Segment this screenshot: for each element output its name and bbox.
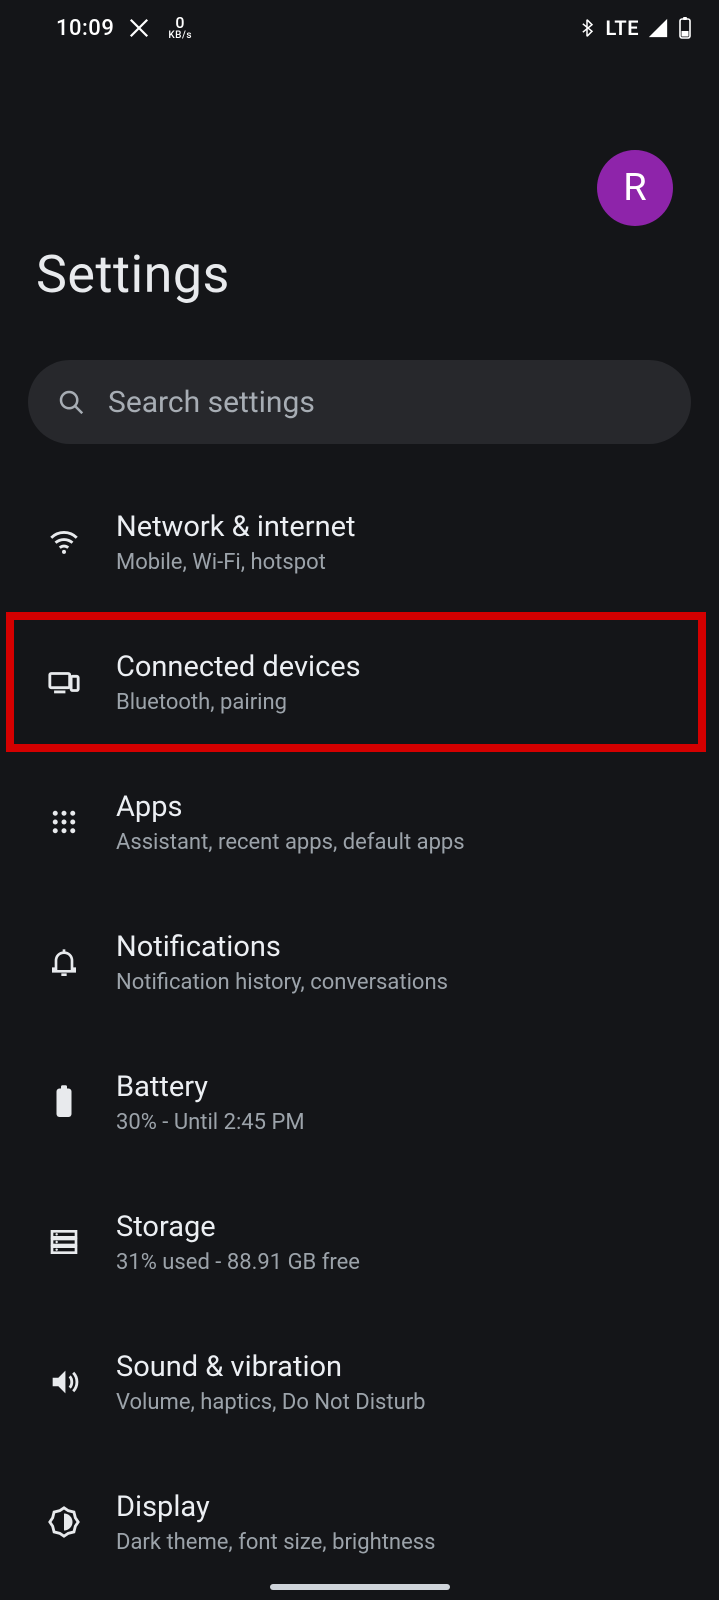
search-settings-field[interactable]: Search settings — [28, 360, 691, 444]
status-bar-right: LTE — [577, 16, 693, 40]
settings-item-title: Storage — [116, 1210, 691, 1244]
status-time: 10:09 — [56, 16, 114, 41]
status-net-speed: 0 KB/s — [168, 15, 192, 41]
settings-item-subtitle: Notification history, conversations — [116, 970, 691, 995]
status-bar-left: 10:09 0 KB/s — [56, 15, 192, 41]
bell-icon — [42, 946, 86, 978]
settings-item-storage[interactable]: Storage 31% used - 88.91 GB free — [0, 1172, 719, 1312]
settings-item-battery[interactable]: Battery 30% - Until 2:45 PM — [0, 1032, 719, 1172]
settings-item-display[interactable]: Display Dark theme, font size, brightnes… — [0, 1452, 719, 1592]
display-icon — [42, 1505, 86, 1539]
settings-item-apps[interactable]: Apps Assistant, recent apps, default app… — [0, 752, 719, 892]
signal-icon — [647, 17, 669, 39]
status-network-label: LTE — [605, 16, 639, 40]
settings-item-title: Sound & vibration — [116, 1350, 691, 1384]
settings-item-subtitle: 30% - Until 2:45 PM — [116, 1110, 691, 1135]
profile-avatar[interactable]: R — [597, 150, 673, 226]
battery-status-icon — [677, 16, 693, 40]
settings-header: R Settings — [0, 120, 719, 305]
apps-icon — [42, 807, 86, 837]
search-placeholder: Search settings — [108, 385, 315, 420]
settings-item-title: Display — [116, 1490, 691, 1524]
profile-avatar-initial: R — [623, 166, 646, 210]
battery-icon — [42, 1084, 86, 1120]
sound-icon — [42, 1365, 86, 1399]
settings-item-network[interactable]: Network & internet Mobile, Wi-Fi, hotspo… — [0, 472, 719, 612]
settings-item-subtitle: 31% used - 88.91 GB free — [116, 1250, 691, 1275]
gesture-nav-bar — [270, 1584, 450, 1590]
settings-item-subtitle: Dark theme, font size, brightness — [116, 1530, 691, 1555]
settings-item-connected-devices[interactable]: Connected devices Bluetooth, pairing — [0, 612, 719, 752]
page-title: Settings — [36, 244, 683, 305]
bluetooth-icon — [577, 18, 597, 38]
settings-list: Network & internet Mobile, Wi-Fi, hotspo… — [0, 472, 719, 1600]
storage-icon — [42, 1226, 86, 1258]
status-bar: 10:09 0 KB/s LTE — [0, 0, 719, 56]
settings-item-title: Network & internet — [116, 510, 691, 544]
settings-item-title: Notifications — [116, 930, 691, 964]
settings-item-subtitle: Volume, haptics, Do Not Disturb — [116, 1390, 691, 1415]
settings-item-title: Connected devices — [116, 650, 691, 684]
search-icon — [56, 387, 86, 417]
x-app-icon — [128, 17, 150, 39]
devices-icon — [42, 665, 86, 699]
wifi-icon — [42, 525, 86, 559]
settings-item-title: Apps — [116, 790, 691, 824]
settings-item-subtitle: Bluetooth, pairing — [116, 690, 691, 715]
settings-item-sound[interactable]: Sound & vibration Volume, haptics, Do No… — [0, 1312, 719, 1452]
settings-item-title: Battery — [116, 1070, 691, 1104]
settings-item-subtitle: Mobile, Wi-Fi, hotspot — [116, 550, 691, 575]
settings-item-subtitle: Assistant, recent apps, default apps — [116, 830, 691, 855]
settings-item-notifications[interactable]: Notifications Notification history, conv… — [0, 892, 719, 1032]
